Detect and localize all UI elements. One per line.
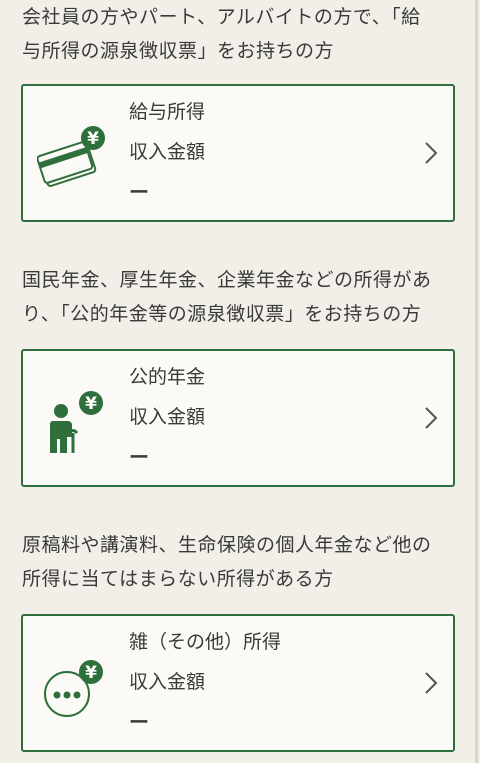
card-value: ー [129,445,149,469]
pension-person-yen-icon: ¥ [49,391,103,453]
chevron-right-icon [425,142,438,164]
svg-text:¥: ¥ [87,129,99,149]
card-title: 雑（その他）所得 [129,631,282,653]
card-label: 収入金額 [129,141,206,163]
scrollbar[interactable] [475,0,478,763]
card-value: ー [129,180,149,204]
salary-card-yen-icon: ¥ [37,126,105,187]
card-label: 収入金額 [129,671,206,693]
misc-income-card[interactable]: ¥ 雑（その他）所得 収入金額 ー [21,614,455,752]
card-title: 公的年金 [129,366,206,388]
svg-text:¥: ¥ [85,394,97,414]
card-value: ー [129,710,149,734]
pension-description: 国民年金、厚生年金、企業年金などの所得があ り、「公的年金等の源泉徴収票」をお持… [22,269,432,325]
card-label: 収入金額 [129,406,206,428]
svg-text:¥: ¥ [85,663,97,683]
salary-income-card[interactable]: ¥ 給与所得 収入金額 ー [21,84,455,222]
salary-description: 会社員の方やパート、アルバイトの方で、「給 与所得の源泉徴収票」をお持ちの方 [22,6,421,62]
misc-description: 原稿料や講演料、生命保険の個人年金など他の 所得に当てはまらない所得がある方 [22,534,432,590]
chevron-right-icon [425,407,438,429]
pension-income-card[interactable]: ¥ 公的年金 収入金額 ー [21,349,455,487]
misc-dots-yen-icon: ¥ [44,660,103,717]
chevron-right-icon [425,672,438,694]
card-title: 給与所得 [129,101,206,123]
